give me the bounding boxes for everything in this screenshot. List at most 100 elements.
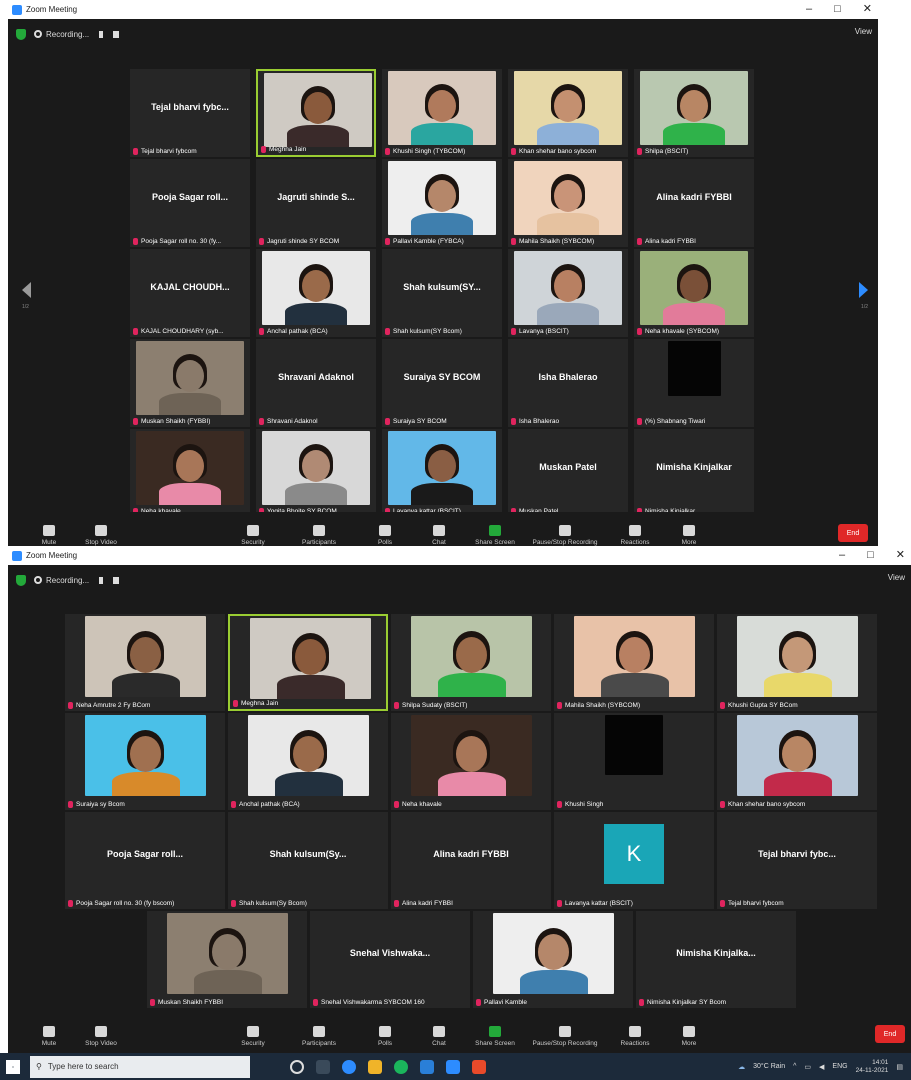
- windows-start-icon[interactable]: [6, 1059, 20, 1074]
- notifications-icon[interactable]: ▤: [896, 1063, 903, 1071]
- participant-tile[interactable]: Meghna Jain: [228, 614, 388, 711]
- language-icon[interactable]: ENG: [832, 1063, 847, 1070]
- file-explorer-icon[interactable]: [368, 1059, 382, 1074]
- polls-button[interactable]: Polls: [358, 1026, 412, 1047]
- reactions-button[interactable]: Reactions: [608, 1026, 662, 1047]
- participant-tile[interactable]: Khushi Gupta SY BCom: [717, 614, 877, 711]
- participant-tile[interactable]: Snehal Vishwaka... Snehal Vishwakarma SYB…: [310, 911, 470, 1008]
- security-shield-icon[interactable]: [16, 574, 26, 586]
- network-icon[interactable]: ▭: [804, 1063, 811, 1071]
- security-button[interactable]: Security: [226, 1026, 280, 1047]
- store-icon[interactable]: [420, 1059, 434, 1074]
- share-screen-button[interactable]: Share Screen: [468, 525, 522, 546]
- stop-video-button[interactable]: Stop Video: [74, 525, 128, 546]
- app-icon[interactable]: [472, 1059, 486, 1074]
- clock[interactable]: 14:01 24-11-2021: [856, 1059, 889, 1075]
- participant-tile[interactable]: Shravani Adaknol Shravani Adaknol: [256, 339, 376, 427]
- participant-tile[interactable]: Shilpa (BSCIT): [634, 69, 754, 157]
- pause-recording-button[interactable]: Pause/Stop Recording: [532, 525, 598, 546]
- participant-tile[interactable]: Anchal pathak (BCA): [256, 249, 376, 337]
- stop-recording-icon[interactable]: [113, 30, 120, 38]
- stop-recording-icon[interactable]: [113, 576, 120, 584]
- participant-tile[interactable]: Shilpa Sudaty (BSCIT): [391, 614, 551, 711]
- maximize-button[interactable]: □: [834, 0, 841, 19]
- edge-icon[interactable]: [342, 1059, 356, 1074]
- participant-tile[interactable]: Suraiya sy Bcom: [65, 713, 225, 810]
- volume-icon[interactable]: ◀: [819, 1063, 824, 1071]
- mute-button[interactable]: Mute: [22, 1026, 76, 1047]
- participant-tile[interactable]: Nimisha KinjalkarNimisha Kinjalkar: [634, 429, 754, 517]
- participant-tile[interactable]: Lavanya (BSCIT): [508, 249, 628, 337]
- participant-tile[interactable]: Shah kulsum(SY... Shah kulsum(SY Bcom): [382, 249, 502, 337]
- view-button[interactable]: View: [855, 27, 872, 36]
- participant-tile[interactable]: Jagruti shinde S... Jagruti shinde SY BCO…: [256, 159, 376, 247]
- participant-tile[interactable]: Alina kadri FYBBI Alina kadri FYBBI: [391, 812, 551, 909]
- participant-tile[interactable]: Meghna Jain: [256, 69, 376, 157]
- participant-face: [130, 637, 161, 673]
- reactions-button[interactable]: Reactions: [608, 525, 662, 546]
- polls-button[interactable]: Polls: [358, 525, 412, 546]
- participant-tile[interactable]: Mahila Shaikh (SYBCOM): [508, 159, 628, 247]
- participant-tile[interactable]: K Lavanya kattar (BSCIT): [554, 812, 714, 909]
- security-button[interactable]: Security: [226, 525, 280, 546]
- stop-video-button[interactable]: Stop Video: [74, 1026, 128, 1047]
- taskbar-search-box[interactable]: ⚲ Type here to search: [30, 1055, 250, 1078]
- end-meeting-button[interactable]: End: [875, 1025, 905, 1043]
- participant-tile[interactable]: Muskan Shaikh (FYBBI): [130, 339, 250, 427]
- participant-tile[interactable]: Pallavi Kamble: [473, 911, 633, 1008]
- participant-tile[interactable]: Anchal pathak (BCA): [228, 713, 388, 810]
- participant-tile[interactable]: Alina kadri FYBBI Alina kadri FYBBI: [634, 159, 754, 247]
- participant-tile[interactable]: Khushi Singh: [554, 713, 714, 810]
- participant-tile[interactable]: Khan shehar bano sybcom: [508, 69, 628, 157]
- pause-recording-icon[interactable]: [99, 30, 104, 38]
- chat-button[interactable]: Chat: [412, 525, 466, 546]
- participant-tile[interactable]: Pallavi Kamble (FYBCA): [382, 159, 502, 247]
- minimize-button[interactable]: –: [839, 546, 845, 565]
- next-page-arrow-icon[interactable]: [859, 282, 868, 298]
- chrome-icon[interactable]: [394, 1059, 408, 1074]
- participant-tile[interactable]: Tejal bharvi fybc... Tejal bharvi fybcom: [130, 69, 250, 157]
- task-view-icon[interactable]: [316, 1059, 330, 1074]
- participant-tile[interactable]: Neha khavale: [130, 429, 250, 517]
- participant-tile[interactable]: Neha khavale: [391, 713, 551, 810]
- participant-tile[interactable]: Yogita Bhoite SY BCOM: [256, 429, 376, 517]
- share-screen-button[interactable]: Share Screen: [468, 1026, 522, 1047]
- participant-tile[interactable]: Nimisha Kinjalka... Nimisha Kinjalkar SY …: [636, 911, 796, 1008]
- participant-tile[interactable]: Neha khavale (SYBCOM): [634, 249, 754, 337]
- previous-page-arrow-icon[interactable]: [22, 282, 31, 298]
- participant-tile[interactable]: Khan shehar bano sybcom: [717, 713, 877, 810]
- participant-tile[interactable]: KAJAL CHOUDH... KAJAL CHOUDHARY (syb...: [130, 249, 250, 337]
- minimize-button[interactable]: –: [806, 0, 812, 19]
- participant-tile[interactable]: Shah kulsum(Sy... Shah kulsum(Sy Bcom): [228, 812, 388, 909]
- participant-face: [680, 270, 708, 302]
- participant-tile[interactable]: Muskan Shaikh FYBBI: [147, 911, 307, 1008]
- participant-tile[interactable]: Pooja Sagar roll... Pooja Sagar roll no. …: [65, 812, 225, 909]
- end-meeting-button[interactable]: End: [838, 524, 868, 542]
- more-button[interactable]: More: [662, 525, 716, 546]
- participants-button[interactable]: Participants: [292, 525, 346, 546]
- more-button[interactable]: More: [662, 1026, 716, 1047]
- close-button[interactable]: ✕: [863, 0, 872, 19]
- participant-tile[interactable]: Lavanya kattar (BSCIT): [382, 429, 502, 517]
- participant-tile[interactable]: Pooja Sagar roll... Pooja Sagar roll no. …: [130, 159, 250, 247]
- cortana-icon[interactable]: [290, 1059, 304, 1074]
- tray-chevron-icon[interactable]: ^: [793, 1063, 796, 1070]
- mute-button[interactable]: Mute: [22, 525, 76, 546]
- participant-tile[interactable]: Mahila Shaikh (SYBCOM): [554, 614, 714, 711]
- participant-tile[interactable]: Suraiya SY BCOM Suraiya SY BCOM: [382, 339, 502, 427]
- chat-button[interactable]: Chat: [412, 1026, 466, 1047]
- participant-tile[interactable]: Khushi Singh (TYBCOM): [382, 69, 502, 157]
- participant-tile[interactable]: (%) Shabnang Tiwari: [634, 339, 754, 427]
- pause-recording-icon[interactable]: [99, 576, 104, 584]
- participant-tile[interactable]: Neha Amrutre 2 Fy BCom: [65, 614, 225, 711]
- zoom-taskbar-icon[interactable]: [446, 1059, 460, 1074]
- security-shield-icon[interactable]: [16, 28, 26, 40]
- pause-recording-button[interactable]: Pause/Stop Recording: [532, 1026, 598, 1047]
- maximize-button[interactable]: □: [867, 546, 874, 565]
- participant-tile[interactable]: Isha Bhalerao Isha Bhalerao: [508, 339, 628, 427]
- participant-tile[interactable]: Muskan PatelMuskan Patel: [508, 429, 628, 517]
- view-button[interactable]: View: [888, 573, 905, 582]
- participant-tile[interactable]: Tejal bharvi fybc... Tejal bharvi fybcom: [717, 812, 877, 909]
- close-button[interactable]: ✕: [896, 546, 905, 565]
- participants-button[interactable]: Participants: [292, 1026, 346, 1047]
